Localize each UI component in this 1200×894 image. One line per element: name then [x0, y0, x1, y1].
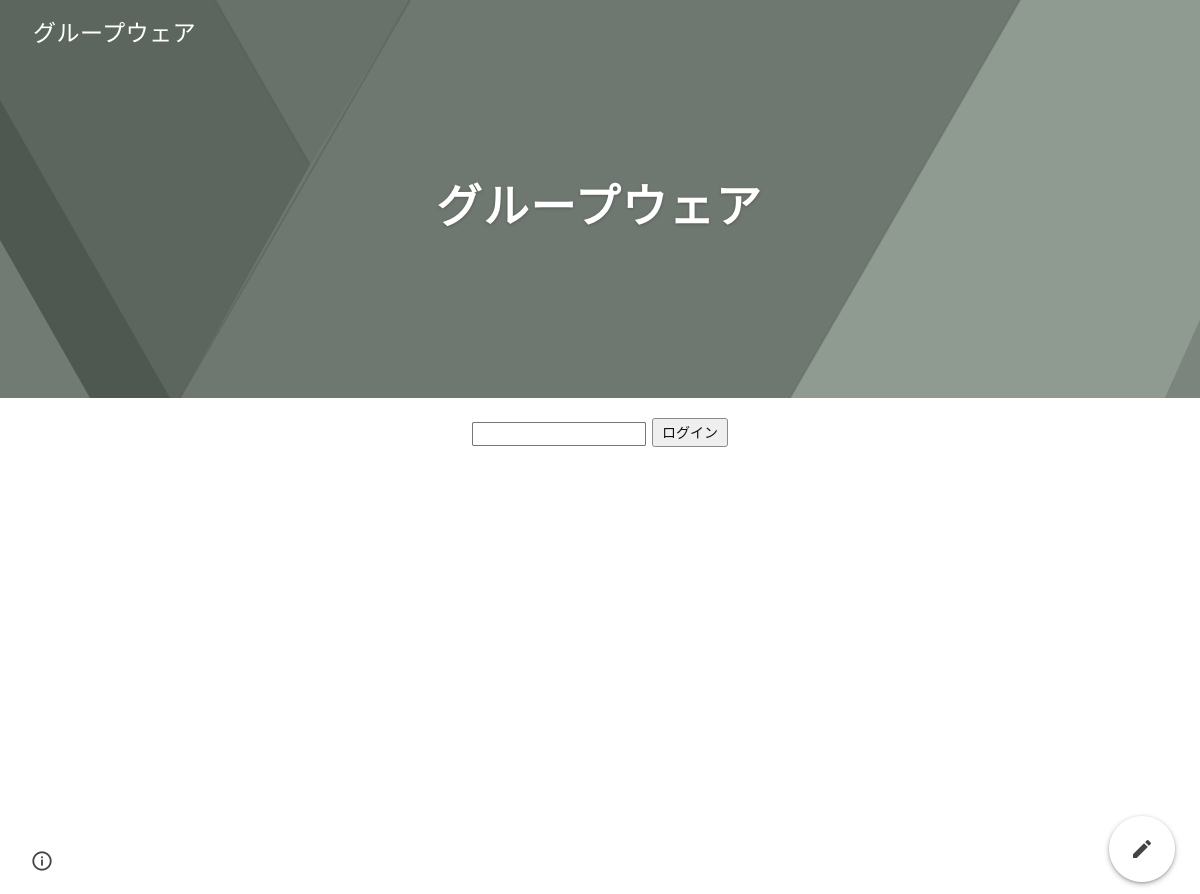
pencil-icon — [1133, 839, 1152, 858]
page-title: グループウェア — [436, 179, 764, 233]
login-form: ログイン — [0, 418, 1200, 447]
info-button[interactable] — [30, 849, 54, 873]
page: グループウェア グループウェア ログイン — [0, 0, 1200, 894]
header-banner: グループウェア グループウェア — [0, 0, 1200, 398]
info-icon — [32, 851, 52, 871]
login-button[interactable]: ログイン — [652, 418, 728, 447]
site-name[interactable]: グループウェア — [33, 14, 196, 48]
login-input[interactable] — [472, 422, 646, 446]
edit-fab-button[interactable] — [1109, 816, 1175, 882]
